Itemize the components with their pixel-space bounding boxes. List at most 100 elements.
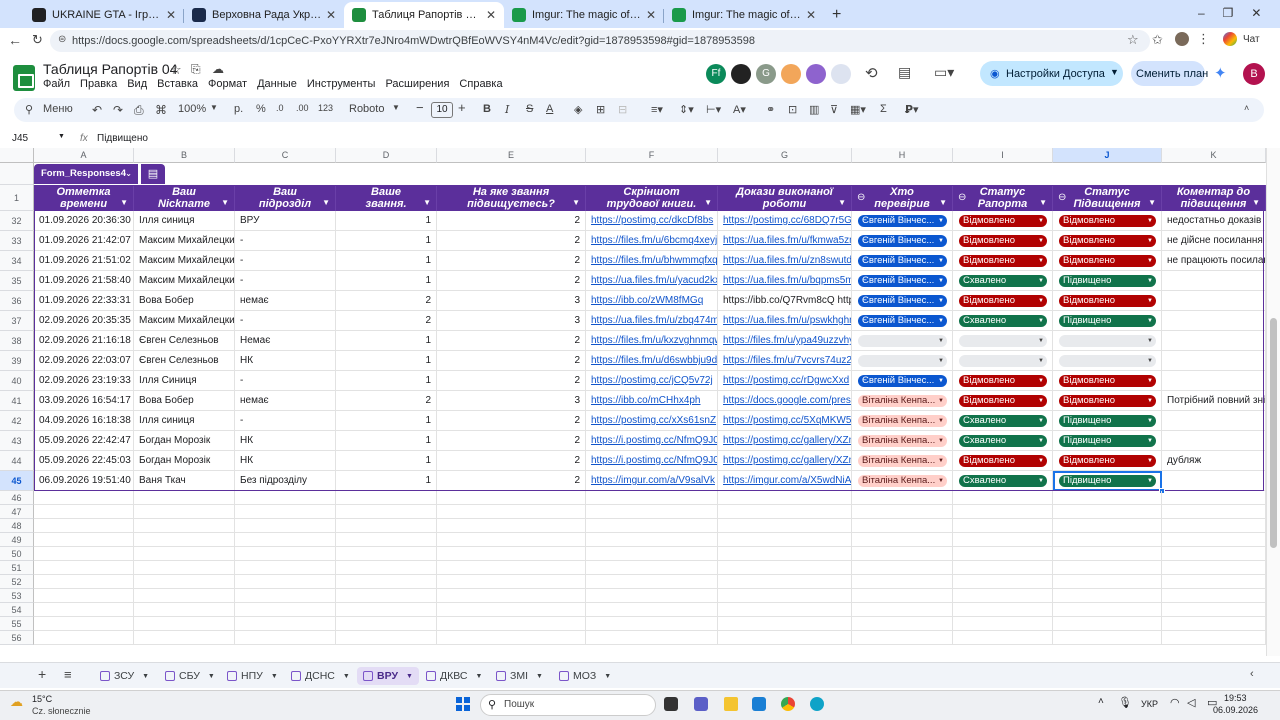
table-cell[interactable]: https://files.fm/u/d6swbbju9dz [586,351,718,371]
link-text[interactable]: https://ibb.co/zWM8fMGq [591,295,703,306]
link-text[interactable]: https://ua.files.fm/u/zbq474msj [591,315,717,326]
row-header[interactable]: 34 [0,251,34,271]
empty-cell[interactable] [718,533,852,547]
chevron-down-icon[interactable]: ▼ [208,673,215,680]
table-cell[interactable]: Ілля синиця [134,411,235,431]
row-header[interactable]: 53 [0,589,34,603]
empty-cell[interactable] [586,519,718,533]
link-text[interactable]: https://postimg.cc/5XqMKW5L [723,415,851,426]
status-chip[interactable]: Віталіна Кенпа... [858,435,947,447]
filter-chevron-icon[interactable]: ▼ [704,197,712,209]
table-cell[interactable]: 3 [437,391,586,411]
empty-cell[interactable] [235,617,336,631]
history-icon[interactable]: ⟲ [865,64,878,82]
table-cell[interactable]: https://imgur.com/a/X5wdNiA [718,471,852,491]
empty-cell[interactable] [1162,561,1266,575]
link-text[interactable]: https://imgur.com/a/V9salVk [591,475,715,486]
table-cell[interactable]: https://ibb.co/Q7Rvm8cQ https [718,291,852,311]
table-cell[interactable]: 06.09.2026 19:51:40 [34,471,134,491]
status-chip[interactable]: Віталіна Кенпа... [858,455,947,467]
column-header[interactable]: D [336,148,437,163]
table-cell[interactable]: - [235,271,336,291]
table-cell[interactable]: https://ua.files.fm/u/pswkhghm [718,311,852,331]
column-header[interactable]: G [718,148,852,163]
table-cell[interactable]: Вова Бобер [134,291,235,311]
empty-cell[interactable] [235,533,336,547]
spreadsheet-grid[interactable]: A B C D E F G H I J K Form_Responses4 ⌄ ▤ 1 Отметка вре… [0,148,1266,656]
empty-cell[interactable] [953,617,1053,631]
empty-cell[interactable] [718,589,852,603]
task-view-icon[interactable] [664,697,678,711]
table-cell[interactable]: 2 [437,451,586,471]
status-chip[interactable]: Підвищено [1059,275,1156,287]
empty-cell[interactable] [235,603,336,617]
zoom-select[interactable]: 100% [178,103,206,115]
table-header-cell[interactable]: Ваш підрозділ ▼ [235,185,336,211]
empty-cell[interactable] [437,631,586,645]
table-cell[interactable]: Ваня Ткач [134,471,235,491]
table-cell[interactable]: 01.09.2026 22:33:31 [34,291,134,311]
table-cell[interactable]: https://files.fm/u/kxzvghnmqwj [586,331,718,351]
row-header[interactable]: 37 [0,311,34,331]
status-chip[interactable] [858,355,947,367]
table-cell[interactable]: https://files.fm/u/6bcmq4xeyjbj [586,231,718,251]
empty-cell[interactable] [437,533,586,547]
empty-cell[interactable] [34,631,134,645]
table-cell[interactable]: https://i.postimg.cc/NfmQ9J0Y [586,451,718,471]
close-icon[interactable]: ✕ [806,8,816,22]
table-header-cell[interactable]: Ваше звання. ▼ [336,185,437,211]
empty-cell[interactable] [1053,575,1162,589]
filter-chevron-icon[interactable]: ▼ [838,197,846,209]
row-header[interactable]: 45 [0,471,34,491]
windows-start-icon[interactable] [456,697,470,711]
row-header[interactable]: 44 [0,451,34,471]
empty-cell[interactable] [235,505,336,519]
table-cell[interactable]: недостатньо доказів [1162,211,1266,231]
table-cell[interactable]: 02.09.2026 20:35:35 [34,311,134,331]
vertical-align-icon[interactable]: ⇕▾ [679,103,694,116]
italic-icon[interactable]: I [505,103,509,116]
file-explorer-icon[interactable] [724,697,738,711]
row-header[interactable]: 36 [0,291,34,311]
status-chip[interactable]: Відмовлено [959,455,1047,467]
table-cell[interactable]: https://postimg.cc/68DQ7r5G [718,211,852,231]
table-cell[interactable] [1162,271,1266,291]
status-chip[interactable]: Відмовлено [1059,295,1156,307]
empty-cell[interactable] [1053,617,1162,631]
empty-cell[interactable] [235,631,336,645]
table-cell[interactable]: не працюють посилання [1162,251,1266,271]
empty-cell[interactable] [34,561,134,575]
table-cell[interactable]: Немає [235,331,336,351]
table-cell[interactable]: 2 [437,331,586,351]
sheet-tab[interactable]: МОЗ ▼ [553,667,617,685]
status-chip[interactable] [959,335,1047,347]
status-chip[interactable] [858,335,947,347]
empty-cell[interactable] [852,617,953,631]
empty-cell[interactable] [1162,631,1266,645]
column-header[interactable]: H [852,148,953,163]
table-cell[interactable]: https://postimg.cc/dkcDf8bs [586,211,718,231]
increase-decimal-button[interactable]: .00 [296,103,309,113]
table-cell[interactable]: https://ua.files.fm/u/zn8swutddpgt [718,251,852,271]
empty-cell[interactable] [1162,575,1266,589]
browser-tab[interactable]: UKRAINE GTA - Ігровий форум✕ [24,2,184,28]
collaborator-avatar[interactable] [731,64,751,84]
filter-chevron-icon[interactable]: ▼ [221,197,229,209]
empty-cell[interactable] [1162,519,1266,533]
table-cell[interactable]: 2 [437,351,586,371]
empty-cell[interactable] [1053,631,1162,645]
empty-cell[interactable] [437,561,586,575]
plus-icon[interactable]: + [458,100,466,115]
empty-cell[interactable] [852,491,953,505]
empty-cell[interactable] [336,519,437,533]
status-chip[interactable]: Євгеній Вінчес... [858,215,947,227]
empty-cell[interactable] [134,505,235,519]
column-header[interactable]: A [34,148,134,163]
table-cell[interactable] [1162,351,1266,371]
table-cell[interactable]: https://postimg.cc/rDgwcXxd [718,371,852,391]
link-text[interactable]: https://files.fm/u/ypa49uzzvhya [723,335,851,346]
table-header-cell[interactable]: Отметка времени ▼ [34,185,134,211]
empty-cell[interactable] [586,533,718,547]
link-text[interactable]: https://postimg.cc/gallery/XZm [723,455,851,466]
table-cell[interactable] [1162,371,1266,391]
